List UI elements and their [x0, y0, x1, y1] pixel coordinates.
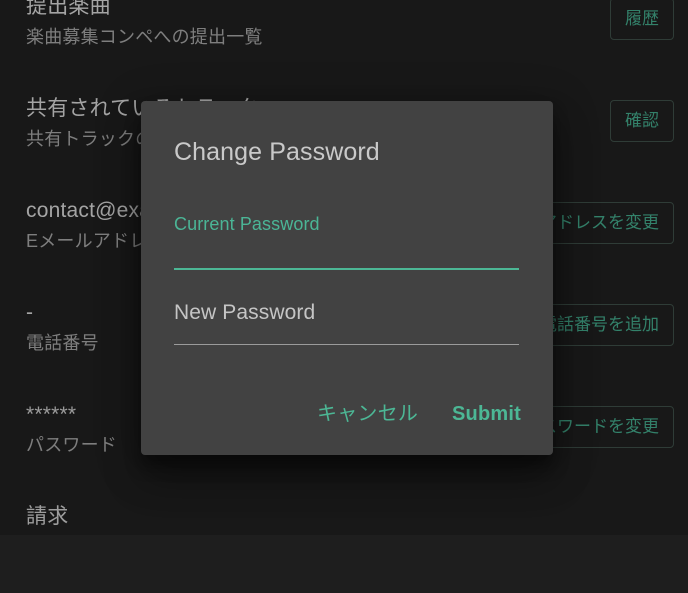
new-password-field[interactable]: New Password: [174, 299, 519, 345]
new-password-label: New Password: [174, 301, 316, 324]
dialog-title: Change Password: [174, 138, 380, 166]
dialog-action-bar: キャンセル Submit: [305, 395, 529, 433]
current-password-underline: [174, 268, 519, 270]
new-password-underline: [174, 344, 519, 345]
cancel-button[interactable]: キャンセル: [305, 395, 430, 433]
change-password-dialog: Change Password Current Password New Pas…: [141, 101, 553, 455]
current-password-field[interactable]: Current Password: [174, 212, 519, 270]
current-password-label: Current Password: [174, 214, 320, 234]
submit-button[interactable]: Submit: [440, 395, 529, 433]
